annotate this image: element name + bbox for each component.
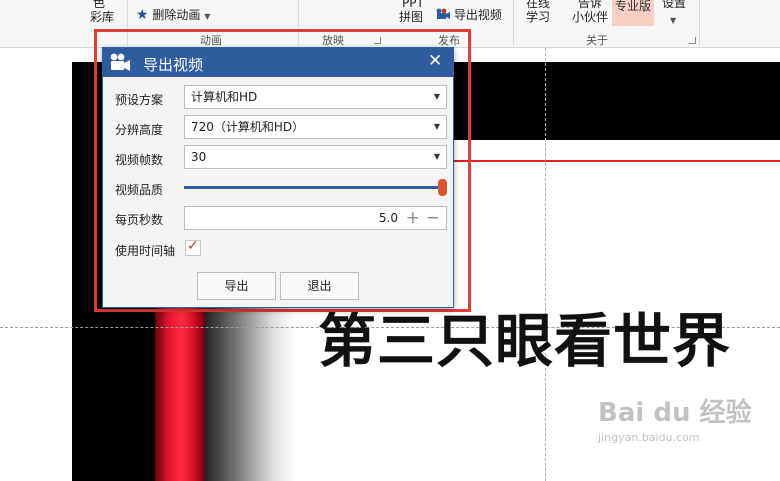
- delete-animation-button[interactable]: ★ 删除动画 ▼: [136, 8, 210, 24]
- chevron-down-icon: ▼: [670, 16, 677, 25]
- fps-select[interactable]: 30 ▼: [184, 145, 447, 169]
- tell-friends-button[interactable]: 小伙伴: [572, 10, 608, 24]
- exit-button[interactable]: 退出: [280, 272, 359, 300]
- chevron-down-icon: ▼: [433, 92, 440, 101]
- chevron-down-icon: ▼: [433, 122, 440, 131]
- seconds-per-page-stepper[interactable]: 5.0 + −: [184, 206, 447, 230]
- timeline-label: 使用时间轴: [115, 244, 176, 258]
- star-icon: ★: [136, 7, 149, 23]
- online-learning-button[interactable]: 学习: [526, 10, 550, 24]
- tell-label-top: 告诉: [578, 0, 603, 10]
- dialog-title-bar[interactable]: 导出视频 ✕: [103, 48, 453, 77]
- export-video-ribbon-label: 导出视频: [453, 8, 502, 22]
- online-label-top: 在线: [526, 0, 551, 10]
- vertical-guide: [545, 48, 546, 481]
- close-icon[interactable]: ✕: [428, 51, 442, 71]
- red-line-shape: [452, 160, 780, 162]
- dialog-title: 导出视频: [143, 56, 204, 74]
- settings-button[interactable]: 设置: [662, 0, 686, 10]
- ppt-label-top: PPT: [402, 0, 424, 10]
- ribbon-separator: [699, 0, 700, 46]
- timeline-checkbox[interactable]: ✓: [185, 238, 201, 256]
- ppt-collage-button[interactable]: 拼图: [399, 10, 423, 24]
- palette-button[interactable]: 彩库: [90, 10, 114, 24]
- export-button[interactable]: 导出: [197, 272, 276, 300]
- pro-edition-label: 专业版: [614, 0, 651, 13]
- quality-slider-thumb[interactable]: [437, 179, 447, 196]
- video-camera-icon: [110, 53, 130, 71]
- chevron-down-icon: ▼: [433, 152, 440, 161]
- preset-value: 计算机和HD: [191, 90, 258, 104]
- quality-label: 视频品质: [115, 183, 164, 197]
- fps-label: 视频帧数: [115, 153, 164, 167]
- resolution-label: 分辨高度: [115, 123, 164, 137]
- delete-animation-label: 删除动画: [152, 8, 201, 22]
- seconds-label: 每页秒数: [115, 213, 164, 227]
- watermark-url: jingyan.baidu.com: [598, 431, 700, 444]
- ribbon-separator: [513, 0, 514, 46]
- check-icon: ✓: [187, 238, 199, 254]
- quality-slider-track[interactable]: [184, 186, 442, 189]
- export-video-ribbon-button[interactable]: 导出视频: [436, 8, 502, 22]
- watermark-logo: Bai du 经验: [598, 398, 752, 428]
- plus-icon[interactable]: +: [406, 208, 420, 228]
- resolution-select[interactable]: 720（计算机和HD） ▼: [184, 115, 447, 139]
- pro-edition-badge[interactable]: 专业版: [612, 0, 654, 26]
- seconds-value: 5.0: [378, 211, 398, 225]
- resolution-value: 720（计算机和HD）: [191, 120, 305, 134]
- minus-icon[interactable]: −: [426, 208, 440, 228]
- chevron-down-icon: ▼: [204, 12, 211, 21]
- baidu-watermark: Bai du 经验 jingyan.baidu.com: [598, 392, 752, 444]
- group-label-about: 关于: [586, 34, 608, 47]
- palette-label-top: 色: [93, 0, 106, 10]
- preset-select[interactable]: 计算机和HD ▼: [184, 85, 447, 109]
- fps-value: 30: [191, 150, 207, 164]
- camera-icon: [436, 8, 450, 19]
- preset-label: 预设方案: [115, 93, 164, 107]
- export-video-dialog: 导出视频 ✕ 预设方案 计算机和HD ▼ 分辨高度 720（计算机和HD） ▼ …: [102, 47, 454, 308]
- dialog-launcher-icon[interactable]: [689, 37, 696, 44]
